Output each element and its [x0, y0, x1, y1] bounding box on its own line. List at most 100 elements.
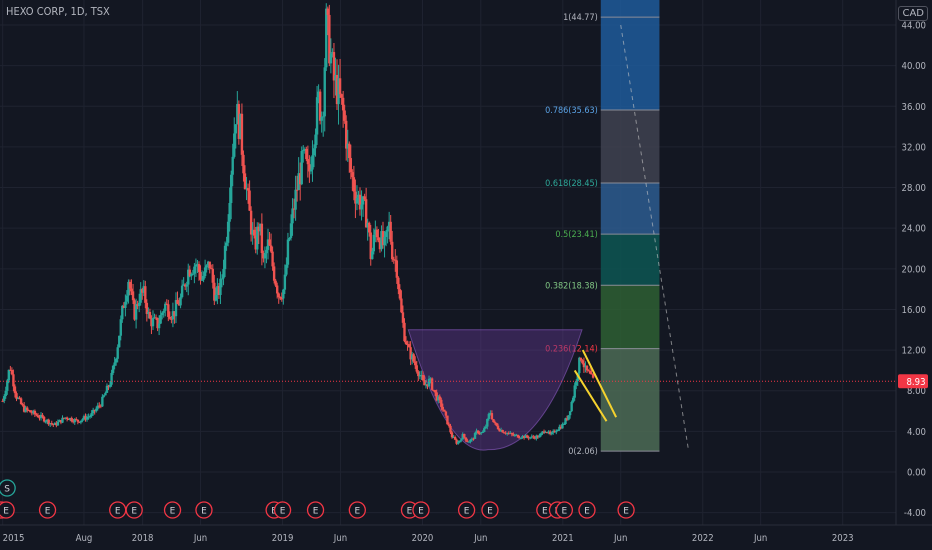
currency-badge[interactable]: CAD	[898, 6, 928, 21]
candle-body	[289, 223, 293, 238]
candle-body	[555, 430, 558, 433]
candle-body	[288, 237, 291, 240]
candle-body	[6, 380, 9, 391]
candle-body	[159, 315, 162, 324]
candle-body	[300, 151, 303, 185]
current-price-label: 8.93	[906, 377, 925, 388]
candle-body	[570, 401, 573, 412]
candle-body	[320, 116, 323, 121]
candle-body	[340, 94, 343, 98]
candle-body	[510, 432, 514, 435]
price-tick-label: -4.00	[904, 508, 926, 519]
candle-body	[42, 416, 46, 422]
candle-body	[283, 274, 287, 290]
candle-body	[229, 174, 233, 203]
fib-zone	[600, 110, 660, 183]
price-chart[interactable]: 1(44.77) 0.786(35.63) 0.618(28.45) 0.5(23.4…	[0, 0, 932, 550]
candle-body	[567, 415, 570, 420]
price-tick-label: 40.00	[902, 61, 926, 72]
candle-body	[234, 124, 237, 134]
candle-body	[433, 390, 437, 393]
candle-body	[484, 426, 487, 429]
earnings-event-label: E	[407, 507, 413, 517]
earnings-event-label: E	[418, 507, 424, 517]
candle-body	[456, 442, 460, 444]
candle-body	[116, 347, 119, 359]
candle-body	[322, 116, 325, 118]
candle-body	[280, 298, 283, 300]
candle-body	[128, 281, 132, 289]
candle-body	[495, 422, 498, 426]
fib-zone	[600, 348, 660, 452]
candle-body	[162, 310, 165, 313]
candle-body	[197, 264, 201, 273]
candle-body	[481, 431, 484, 433]
candle-body	[562, 423, 566, 425]
candle-body	[450, 432, 454, 438]
candle-body	[446, 415, 449, 425]
candle-body	[421, 375, 425, 381]
time-tick-label: Aug	[76, 533, 93, 544]
candle-body	[118, 335, 121, 348]
candle-body	[447, 424, 451, 426]
candle-body	[124, 301, 127, 308]
candle-body	[291, 208, 294, 224]
earnings-event-label: E	[280, 507, 286, 517]
price-tick-label: 44.00	[902, 21, 926, 32]
candle-body	[444, 411, 448, 416]
candle-body	[349, 158, 353, 173]
time-tick-label: Jun	[193, 533, 207, 544]
fib-level-label: 0.382(18.38)	[545, 281, 598, 291]
candle-body	[277, 293, 280, 298]
candle-body	[243, 173, 247, 190]
candle-body	[476, 430, 480, 434]
candle-body	[398, 289, 402, 299]
candle-body	[460, 439, 463, 441]
candle-body	[453, 436, 457, 440]
candle-body	[167, 304, 170, 317]
candle-body	[341, 97, 345, 111]
price-tick-label: 12.00	[902, 346, 926, 357]
candle-body	[309, 169, 313, 172]
candle-body	[144, 286, 147, 303]
candle-body	[242, 154, 245, 174]
candle-body	[305, 149, 308, 160]
candle-body	[211, 268, 214, 283]
candle-body	[70, 417, 73, 422]
price-tick-label: 24.00	[902, 224, 926, 235]
candle-body	[10, 369, 14, 375]
earnings-event-label: E	[45, 507, 51, 517]
candle-body	[492, 419, 495, 423]
time-tick-label: 2023	[832, 533, 854, 544]
price-tick-label: 36.00	[902, 102, 926, 113]
candle-body	[269, 245, 273, 252]
candle-body	[19, 398, 23, 405]
candle-body	[228, 202, 231, 222]
split-event-label: S	[4, 485, 10, 495]
candle-body	[151, 318, 155, 327]
candle-body	[101, 396, 104, 407]
candle-body	[318, 91, 322, 121]
candle-body	[414, 361, 417, 366]
candle-body	[279, 297, 282, 299]
candle-body	[248, 190, 251, 211]
earnings-event-label: E	[584, 507, 590, 517]
candle-body	[168, 316, 172, 319]
fib-zone	[600, 182, 660, 235]
fib-zone	[600, 285, 660, 349]
candle-body	[532, 436, 535, 438]
candle-body	[246, 188, 250, 191]
fib-zone	[600, 17, 660, 111]
candle-body	[463, 433, 466, 438]
candle-body	[223, 245, 227, 270]
candle-body	[389, 221, 392, 242]
candle-body	[348, 143, 351, 159]
fib-level-label: 0(2.06)	[568, 447, 598, 457]
earnings-event-label: E	[115, 507, 121, 517]
time-tick-label: Jun	[753, 533, 767, 544]
price-axis[interactable]: 44.00 40.00 36.00 32.00 28.00 24.00 20.00 16.00…	[895, 0, 932, 550]
candle-body	[375, 229, 379, 238]
time-axis[interactable]: 2015 Aug 2018 Jun 2019 Jun 2020 Jun 2021 Jun 2022 J…	[0, 524, 932, 550]
candle-body	[550, 432, 553, 435]
candle-body	[95, 408, 98, 412]
